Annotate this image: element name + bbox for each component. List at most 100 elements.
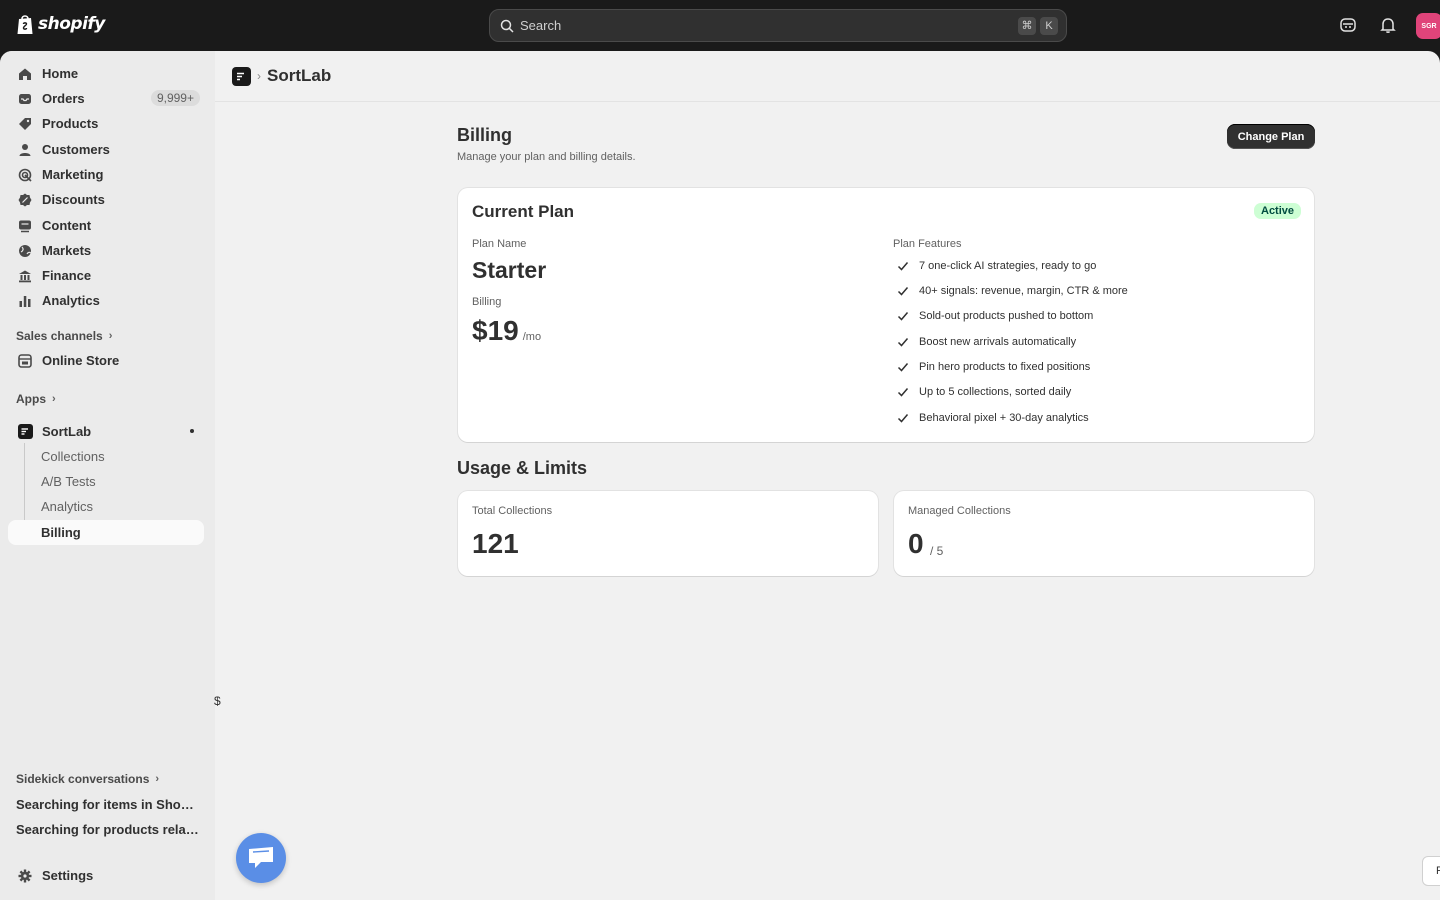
apps-title: Apps [16,392,46,406]
plan-price: $19 /mo [472,315,541,347]
plan-name-value: Starter [472,257,547,283]
sidebar-item-label: Products [42,116,99,131]
top-bar: shopify Search ⌘ K SGR [0,0,1440,51]
total-collections-card [458,491,878,576]
sidebar-item-markets[interactable]: Markets [8,238,204,263]
plan-features-label: Plan Features [893,238,962,250]
sidebar-item-label: Orders [42,91,85,106]
sidekick-icon[interactable] [1339,16,1357,34]
feature-text: Boost new arrivals automatically [919,336,1077,348]
main-frame: Home Orders 9,999+ Products Customers Ma… [0,51,1440,900]
page-subtitle: Manage your plan and billing details. [457,151,636,163]
chat-bubble-icon [249,847,273,868]
bell-icon[interactable] [1379,16,1397,34]
sidebar-item-analytics[interactable]: Analytics [8,288,204,313]
sidebar-item-label: Settings [42,868,94,883]
sidebar-item-marketing[interactable]: Marketing [8,162,204,187]
stray-dollar-text: $ [214,694,221,708]
plan-name-label: Plan Name [472,238,527,250]
sidebar-subitem-billing[interactable]: Billing [41,525,81,540]
pin-dot-icon[interactable] [190,429,194,433]
billing-label: Billing [472,296,502,308]
sortlab-app-icon[interactable] [232,66,251,86]
sidebar-subitem-analytics[interactable]: Analytics [41,499,93,514]
sales-channels-header[interactable]: Sales channels › [16,329,112,343]
chevron-right-icon: › [155,773,160,785]
tree-connector [24,443,25,532]
checkmark-icon [897,388,909,397]
tag-icon [17,116,33,132]
checkmark-icon [897,287,909,296]
feature-item: Up to 5 collections, sorted daily [896,385,1071,399]
content-icon [17,218,33,234]
managed-collections-value: 0 [908,528,924,559]
globe-icon [17,243,33,259]
checkmark-icon [897,262,909,271]
feature-item: 40+ signals: revenue, margin, CTR & more [896,284,1128,298]
sidebar-item-home[interactable]: Home [8,61,204,86]
home-icon [17,66,33,82]
logo-text: shopify [38,14,105,34]
feature-text: Sold-out products pushed to bottom [919,310,1094,322]
orders-count-badge: 9,999+ [150,90,200,106]
sortlab-app-icon [17,424,33,440]
sidebar-item-discounts[interactable]: Discounts [8,187,204,212]
usage-limits-title: Usage & Limits [457,458,588,478]
sidebar-item-label: Online Store [42,353,120,368]
search-input[interactable]: Search ⌘ K [489,9,1067,42]
shopify-bag-icon [17,15,33,34]
feature-text: Pin hero products to fixed positions [919,361,1091,373]
sidekick-conversation-2[interactable]: Searching for products related... [16,822,201,837]
sidebar-item-label: SortLab [42,424,92,439]
total-collections-value: 121 [472,528,519,559]
shopify-logo[interactable]: shopify [16,13,105,35]
chat-button[interactable] [236,833,286,883]
edge-feedback-button[interactable]: F [1422,856,1440,886]
sidebar-item-label: Discounts [42,192,105,207]
current-plan-title: Current Plan [472,202,575,221]
avatar[interactable]: SGR [1416,13,1440,39]
sidebar-item-label: Markets [42,243,92,258]
current-plan-card [458,188,1314,442]
sidebar-item-sortlab[interactable]: SortLab [8,419,204,444]
target-icon [17,167,33,183]
checkmark-icon [897,338,909,347]
sidebar-subitem-billing-active-bg [8,520,204,545]
feature-item: Sold-out products pushed to bottom [896,309,1093,323]
feature-item: 7 one-click AI strategies, ready to go [896,259,1096,273]
sidekick-conversation-1[interactable]: Searching for items in Shopify ... [16,797,201,812]
sidebar-item-label: Finance [42,268,92,283]
chevron-right-icon: › [52,393,56,405]
sidekick-conversations-header[interactable]: Sidekick conversations › [16,772,159,786]
sidebar-item-label: Home [42,66,79,81]
price-amount: $19 [472,315,519,346]
feature-item: Behavioral pixel + 30-day analytics [896,411,1089,425]
feature-text: 7 one-click AI strategies, ready to go [919,260,1097,272]
bank-icon [17,268,33,284]
sidebar-subitem-collections[interactable]: Collections [41,449,105,464]
sidebar-item-finance[interactable]: Finance [8,263,204,288]
apps-header[interactable]: Apps › [16,392,56,406]
sidebar-item-online-store[interactable]: Online Store [8,348,204,373]
managed-collections-limit: / 5 [930,544,944,558]
total-collections-label: Total Collections [472,505,553,517]
discount-icon [17,192,33,208]
sidebar-item-orders[interactable]: Orders 9,999+ [8,86,204,111]
sidebar-subitem-ab-tests[interactable]: A/B Tests [41,474,96,489]
status-badge: Active [1254,203,1302,219]
sidebar-item-content[interactable]: Content [8,213,204,238]
search-placeholder: Search [520,18,562,33]
change-plan-button[interactable]: Change Plan [1227,124,1315,149]
inbox-icon [17,91,33,107]
feature-text: 40+ signals: revenue, margin, CTR & more [919,285,1128,297]
breadcrumb: › SortLab [215,51,1440,102]
sidebar-item-customers[interactable]: Customers [8,137,204,162]
sidebar-item-label: Content [42,218,92,233]
shortcut-cmd-key: ⌘ [1018,16,1036,35]
managed-collections-label: Managed Collections [908,505,1011,517]
feature-item: Pin hero products to fixed positions [896,360,1090,374]
sidebar-item-products[interactable]: Products [8,111,204,136]
breadcrumb-app-name[interactable]: SortLab [267,66,331,86]
sidebar-item-settings[interactable]: Settings [8,863,204,888]
chevron-right-icon: › [108,330,113,342]
